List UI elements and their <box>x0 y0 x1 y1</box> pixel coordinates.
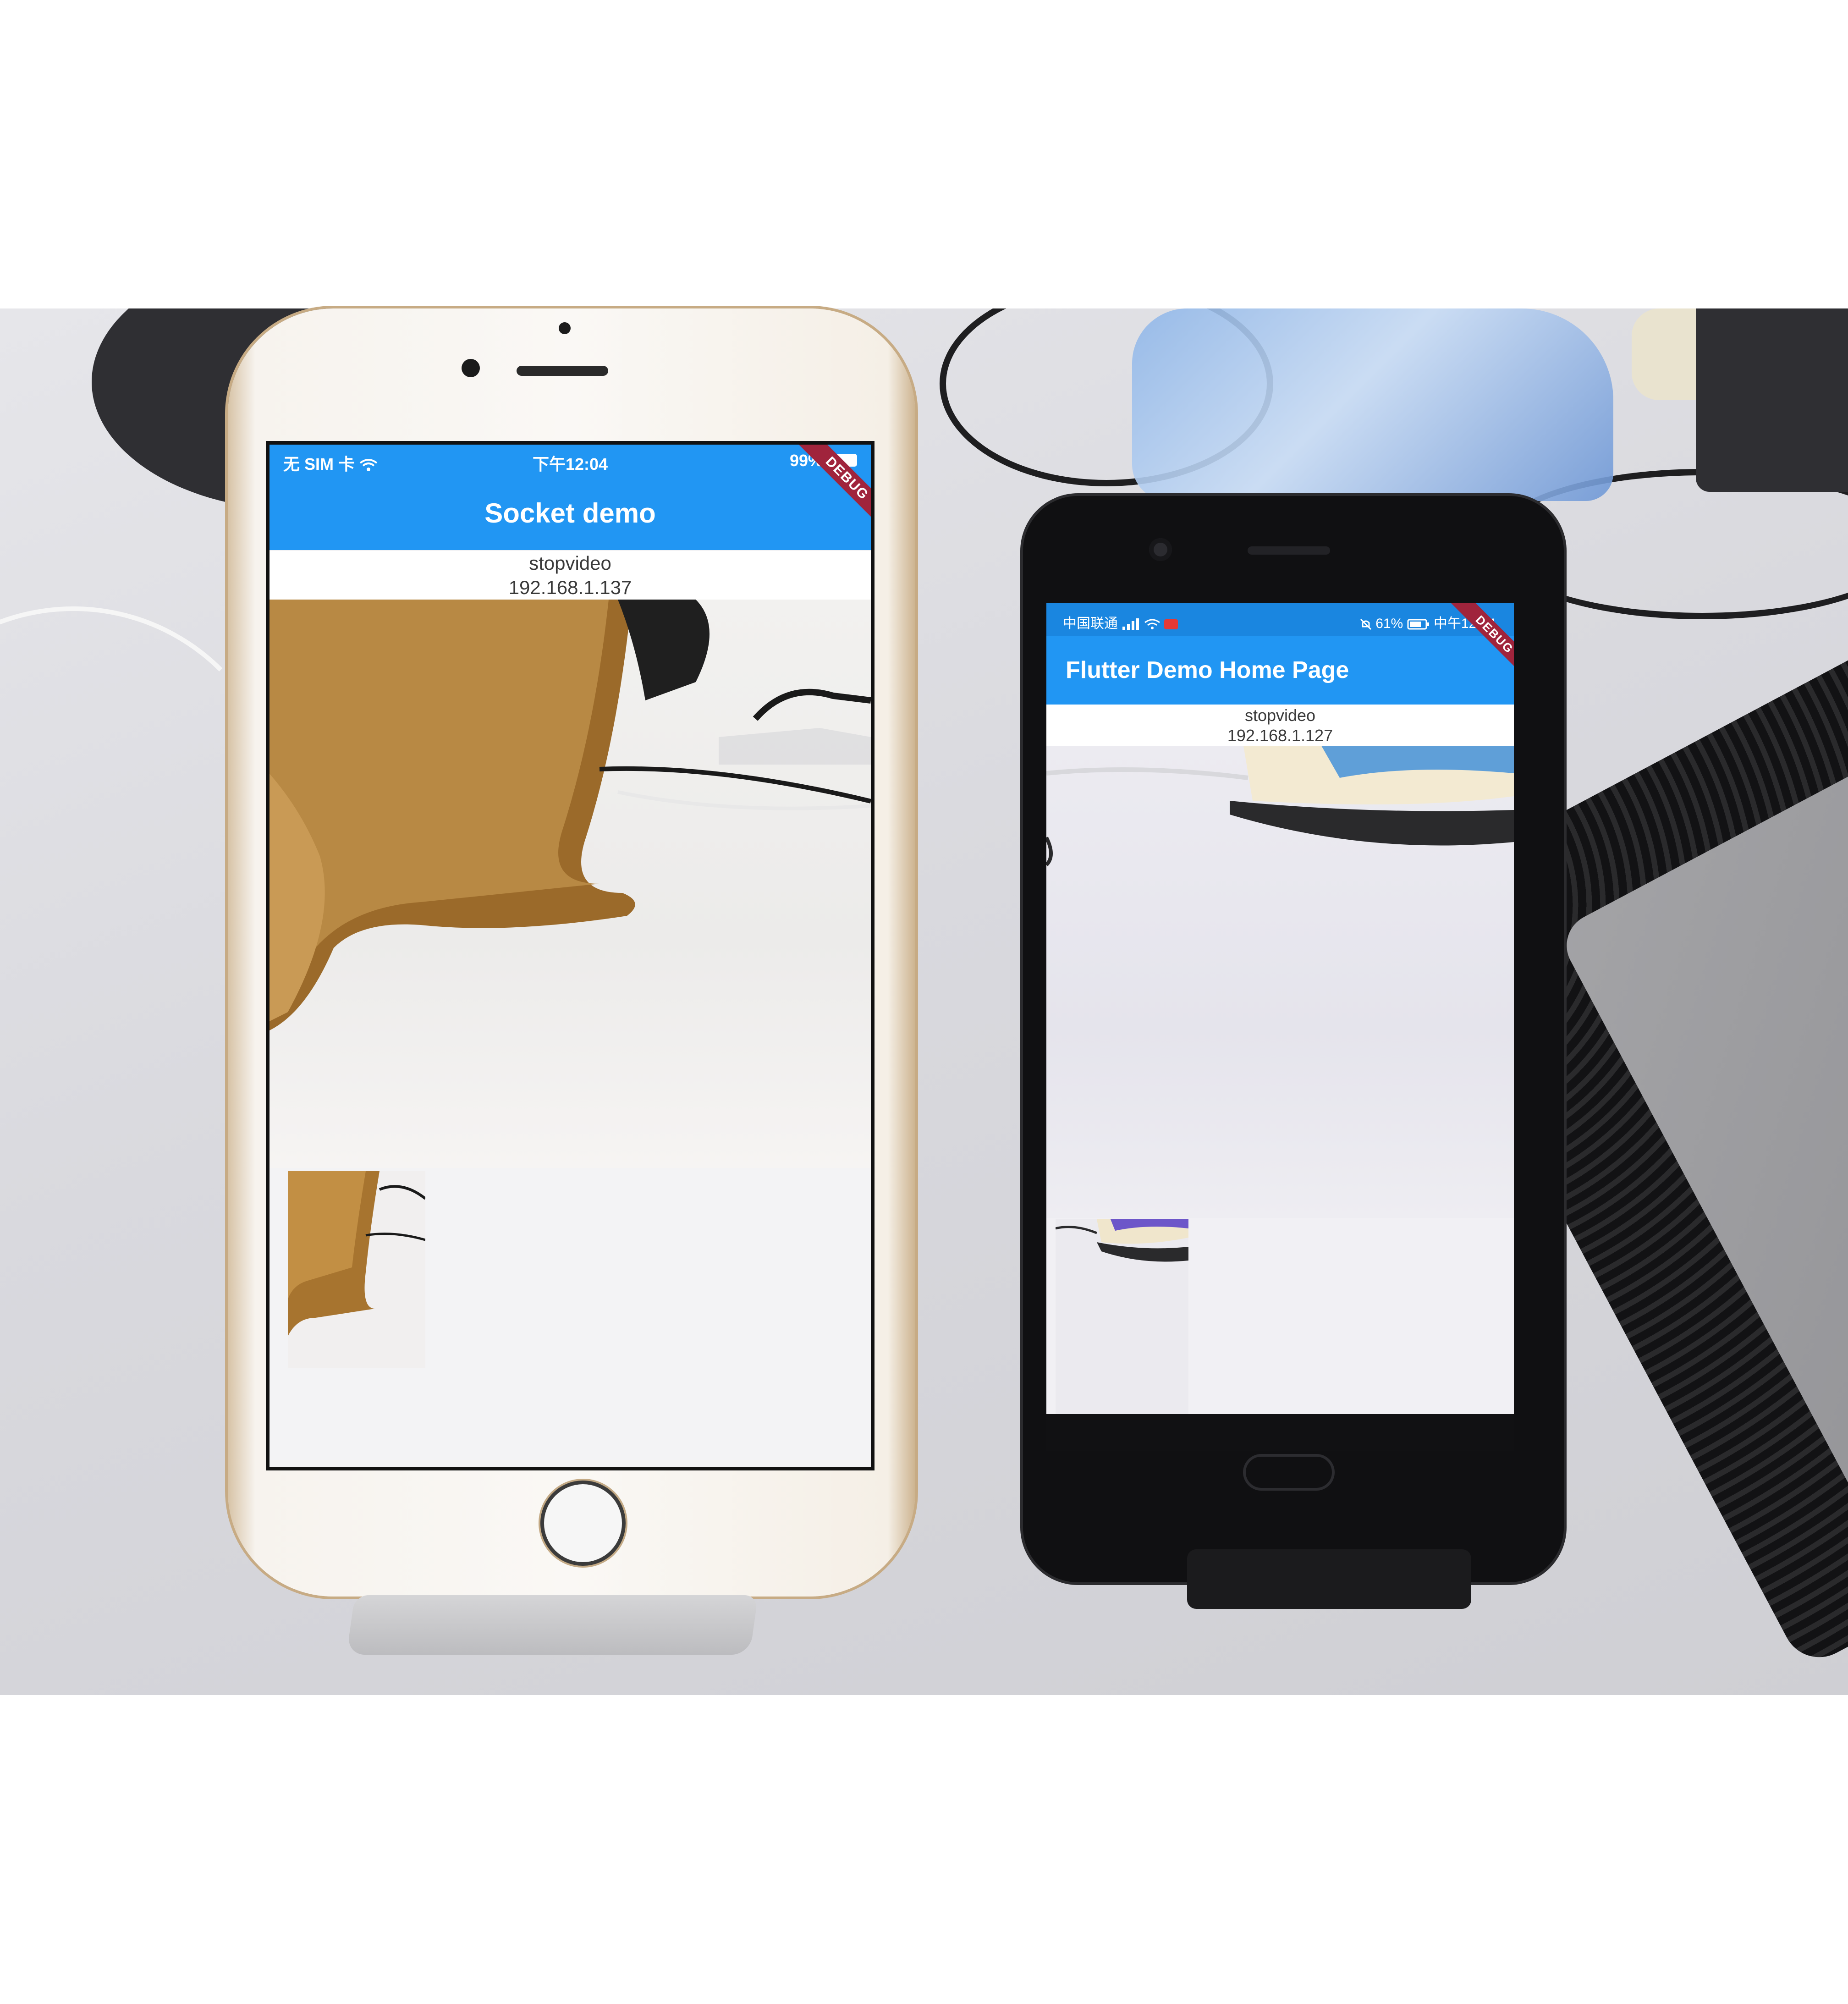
status-time: 下午12:04 <box>532 455 608 473</box>
remote-video-view <box>270 600 871 1168</box>
mute-icon <box>1360 619 1371 630</box>
home-button[interactable] <box>544 1484 622 1562</box>
android-screen: 中国联通 61% 中午12:04 Flutter Demo Home Page … <box>1046 603 1514 1451</box>
app-bar-title: Flutter Demo Home Page <box>1046 636 1514 705</box>
battery-percent: 61% <box>1375 616 1403 631</box>
remote-video-view <box>1046 746 1514 1218</box>
status-left: 中国联通 <box>1063 612 1178 632</box>
front-camera-icon <box>462 359 480 377</box>
ip-address-label: 192.168.1.137 <box>270 576 871 600</box>
phone-stand-black <box>1187 1549 1471 1609</box>
stopvideo-button[interactable]: stopvideo <box>270 551 871 576</box>
ip-address-label: 192.168.1.127 <box>1046 726 1514 746</box>
android-status-bar: 中国联通 61% 中午12:04 <box>1046 603 1514 636</box>
front-sensor-dot <box>559 322 571 334</box>
phone-stand-silver <box>346 1595 759 1655</box>
photo-stage: 无 SIM 卡 下午12:04 99% Socket demo DEBUG st… <box>0 0 1848 2004</box>
local-video-view <box>288 1171 425 1368</box>
local-video-frame <box>1056 1219 1188 1262</box>
camera-record-icon <box>1164 619 1178 630</box>
battery-icon <box>1407 619 1429 630</box>
ios-status-bar: 无 SIM 卡 下午12:04 99% <box>270 445 871 477</box>
wifi-icon <box>1144 619 1160 630</box>
app-bar-title: Socket demo <box>270 477 871 550</box>
local-video-frame <box>288 1171 425 1336</box>
earpiece-speaker <box>1248 546 1330 555</box>
remote-video-frame <box>270 600 871 1030</box>
local-video-view <box>1056 1219 1188 1426</box>
iphone-screen: 无 SIM 卡 下午12:04 99% Socket demo DEBUG st… <box>266 441 874 1470</box>
navigation-bar-area <box>1046 1414 1514 1451</box>
blue-plastic-bag <box>1132 308 1613 501</box>
front-camera-icon <box>1149 538 1172 561</box>
home-button[interactable] <box>1243 1454 1335 1491</box>
earpiece-speaker <box>517 366 608 376</box>
remote-video-frame <box>1046 746 1514 866</box>
carrier-text: 中国联通 <box>1063 616 1118 631</box>
background-object-dark <box>1696 308 1848 492</box>
stopvideo-button[interactable]: stopvideo <box>1046 705 1514 727</box>
signal-icon <box>1122 618 1139 631</box>
